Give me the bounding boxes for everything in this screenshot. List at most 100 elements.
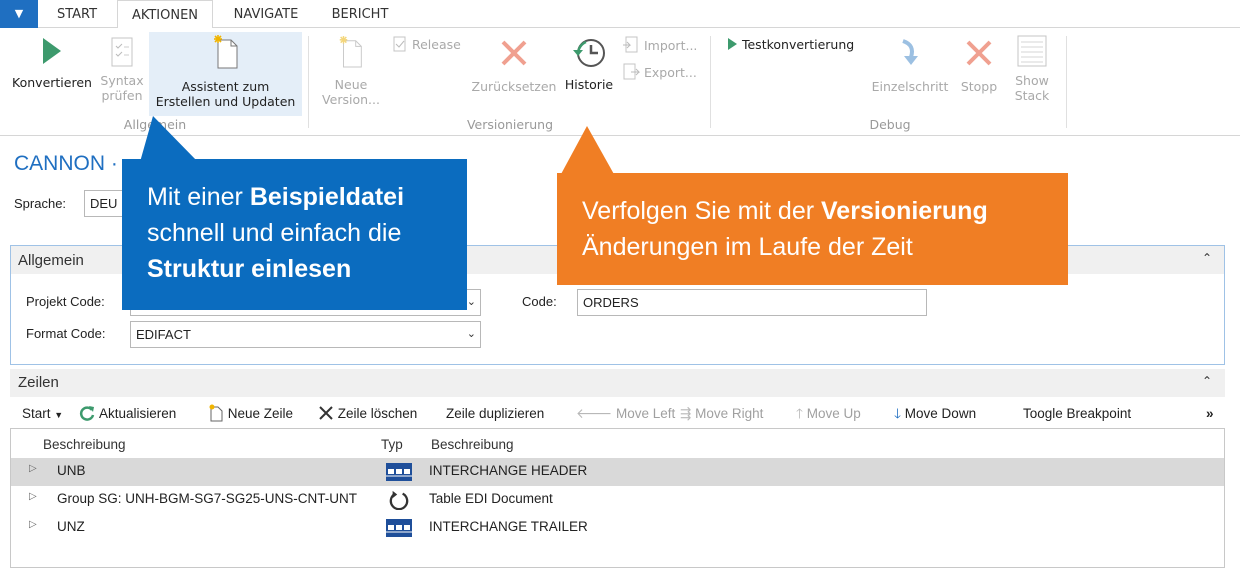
- neue-zeile-label: Neue Zeile: [227, 406, 294, 421]
- column-header-beschreibung-2[interactable]: Beschreibung: [431, 437, 514, 452]
- syntax-pruefen-button[interactable]: Syntax prüfen: [98, 36, 146, 103]
- expand-icon[interactable]: ▷: [29, 463, 37, 474]
- tab-navigate[interactable]: NAVIGATE: [218, 0, 314, 28]
- indent-right-icon: ⇶: [680, 406, 692, 421]
- syntax-label-2: prüfen: [101, 88, 143, 103]
- move-right-button[interactable]: ⇶ Move Right: [680, 404, 763, 424]
- table-row[interactable]: ▷ Group SG: UNH-BGM-SG7-SG25-UNS-CNT-UNT…: [11, 486, 1224, 514]
- callout-orange-bold-1: Versionierung: [821, 197, 988, 225]
- assistent-button[interactable]: Assistent zum Erstellen und Updaten: [149, 32, 302, 116]
- import-icon: [623, 36, 638, 53]
- zuruecksetzen-button[interactable]: Zurücksetzen: [470, 38, 558, 94]
- callout-blue-text-1: Mit einer: [147, 183, 250, 211]
- callout-blue-text-2: schnell und einfach die: [147, 219, 402, 247]
- syntax-label-1: Syntax: [100, 73, 144, 88]
- chevron-down-icon[interactable]: ⌄: [467, 322, 476, 347]
- move-down-label: Move Down: [904, 406, 977, 421]
- group-label-versionierung: Versionierung: [466, 117, 554, 132]
- assistent-label-1: Assistent zum: [181, 79, 270, 94]
- column-header-typ[interactable]: Typ: [381, 437, 403, 452]
- new-document-icon: [213, 35, 237, 69]
- ribbon-tab-bar: ▼ START AKTIONEN NAVIGATE BERICHT: [0, 0, 1240, 29]
- app-menu-button[interactable]: ▼: [0, 0, 38, 28]
- code-label: Code:: [522, 294, 557, 309]
- column-header-beschreibung[interactable]: Beschreibung: [43, 437, 126, 452]
- caret-down-icon: ▼: [54, 410, 64, 420]
- zeile-duplizieren-label: Zeile duplizieren: [446, 406, 545, 421]
- collapse-icon[interactable]: ⌃: [1202, 374, 1212, 388]
- historie-label: Historie: [564, 77, 614, 92]
- checklist-icon: [111, 37, 133, 67]
- import-button[interactable]: Import...: [622, 36, 697, 54]
- table-row[interactable]: ▷ UNB INTERCHANGE HEADER: [11, 458, 1224, 486]
- zeilen-toolbar: Start ▼ Aktualisieren Neue Zeile Zeile l…: [10, 400, 1225, 428]
- start-menu-button[interactable]: Start ▼: [22, 404, 63, 424]
- row-name: UNZ: [57, 519, 85, 534]
- row-description: INTERCHANGE TRAILER: [429, 519, 588, 534]
- projekt-code-label: Projekt Code:: [26, 294, 105, 309]
- export-icon: [623, 63, 641, 80]
- show-stack-button[interactable]: Show Stack: [1008, 34, 1056, 103]
- format-code-label: Format Code:: [26, 326, 106, 341]
- code-field[interactable]: ORDERS: [577, 289, 927, 316]
- show-stack-label-2: Stack: [1014, 88, 1050, 103]
- history-clock-icon: [573, 39, 605, 67]
- testkonvertierung-button[interactable]: Testkonvertierung: [726, 36, 854, 54]
- export-button[interactable]: Export...: [622, 63, 697, 81]
- move-left-button[interactable]: 🡐 Move Left: [576, 404, 675, 424]
- zeile-loeschen-button[interactable]: Zeile löschen: [318, 404, 417, 424]
- konvertieren-button[interactable]: Konvertieren: [6, 36, 98, 90]
- stopp-label: Stopp: [960, 79, 998, 94]
- format-code-field[interactable]: EDIFACT ⌄: [130, 321, 481, 348]
- move-up-label: Move Up: [806, 406, 861, 421]
- einzelschritt-label: Einzelschritt: [871, 79, 949, 94]
- callout-blue-bold-2: Struktur einlesen: [147, 255, 352, 283]
- move-left-label: Move Left: [615, 406, 676, 421]
- loop-icon: [389, 490, 409, 510]
- expand-icon[interactable]: ▷: [29, 519, 37, 530]
- zeilen-section-header[interactable]: [10, 369, 1225, 397]
- stopp-button[interactable]: Stopp: [956, 38, 1002, 94]
- refresh-icon: [79, 406, 95, 421]
- chevron-down-icon[interactable]: ⌄: [467, 290, 476, 315]
- tab-aktionen[interactable]: AKTIONEN: [117, 0, 213, 29]
- move-right-label: Move Right: [695, 406, 764, 421]
- neue-version-button[interactable]: Neue Version...: [320, 34, 382, 107]
- start-label: Start: [22, 406, 51, 421]
- callout-pointer-orange: [560, 126, 615, 176]
- aktualisieren-button[interactable]: Aktualisieren: [78, 404, 176, 424]
- allgemein-section-title: Allgemein: [18, 252, 84, 269]
- callout-orange-text-2: Änderungen im Laufe der Zeit: [582, 233, 913, 261]
- einzelschritt-button[interactable]: Einzelschritt: [868, 38, 952, 94]
- segment-grid-icon: [386, 519, 412, 537]
- step-arrow-icon: [902, 39, 918, 65]
- toogle-breakpoint-label: Toogle Breakpoint: [1023, 406, 1132, 421]
- callout-orange-text-1: Verfolgen Sie mit der: [582, 197, 822, 225]
- toogle-breakpoint-button[interactable]: Toogle Breakpoint: [1023, 404, 1131, 424]
- export-label: Export...: [643, 65, 697, 80]
- new-version-icon: [339, 36, 362, 68]
- more-actions-button[interactable]: »: [1206, 404, 1214, 424]
- row-name: Group SG: UNH-BGM-SG7-SG25-UNS-CNT-UNT: [57, 491, 358, 506]
- stack-grid-icon: [1017, 35, 1047, 67]
- tab-bericht[interactable]: BERICHT: [320, 0, 400, 28]
- assistent-label-2: Erstellen und Updaten: [155, 94, 296, 109]
- neue-zeile-button[interactable]: Neue Zeile: [208, 404, 293, 424]
- expand-icon[interactable]: ▷: [29, 491, 37, 502]
- group-label-debug: Debug: [869, 117, 911, 132]
- new-line-icon: [209, 404, 223, 422]
- release-button[interactable]: Release: [392, 36, 461, 54]
- segment-grid-icon: [386, 463, 412, 481]
- table-row[interactable]: ▷ UNZ INTERCHANGE TRAILER: [11, 514, 1224, 542]
- historie-button[interactable]: Historie: [560, 36, 618, 92]
- stop-x-icon: [966, 40, 992, 66]
- collapse-icon[interactable]: ⌃: [1202, 251, 1212, 265]
- tab-start[interactable]: START: [42, 0, 112, 28]
- zeile-duplizieren-button[interactable]: Zeile duplizieren: [446, 404, 544, 424]
- zeile-loeschen-label: Zeile löschen: [337, 406, 418, 421]
- ribbon-separator: [1066, 36, 1067, 128]
- move-down-button[interactable]: 🡓 Move Down: [894, 404, 976, 424]
- move-up-button[interactable]: 🡑 Move Up: [796, 404, 861, 424]
- row-name: UNB: [57, 463, 86, 478]
- zeilen-grid: Beschreibung Typ Beschreibung ▷ UNB INTE…: [10, 428, 1225, 568]
